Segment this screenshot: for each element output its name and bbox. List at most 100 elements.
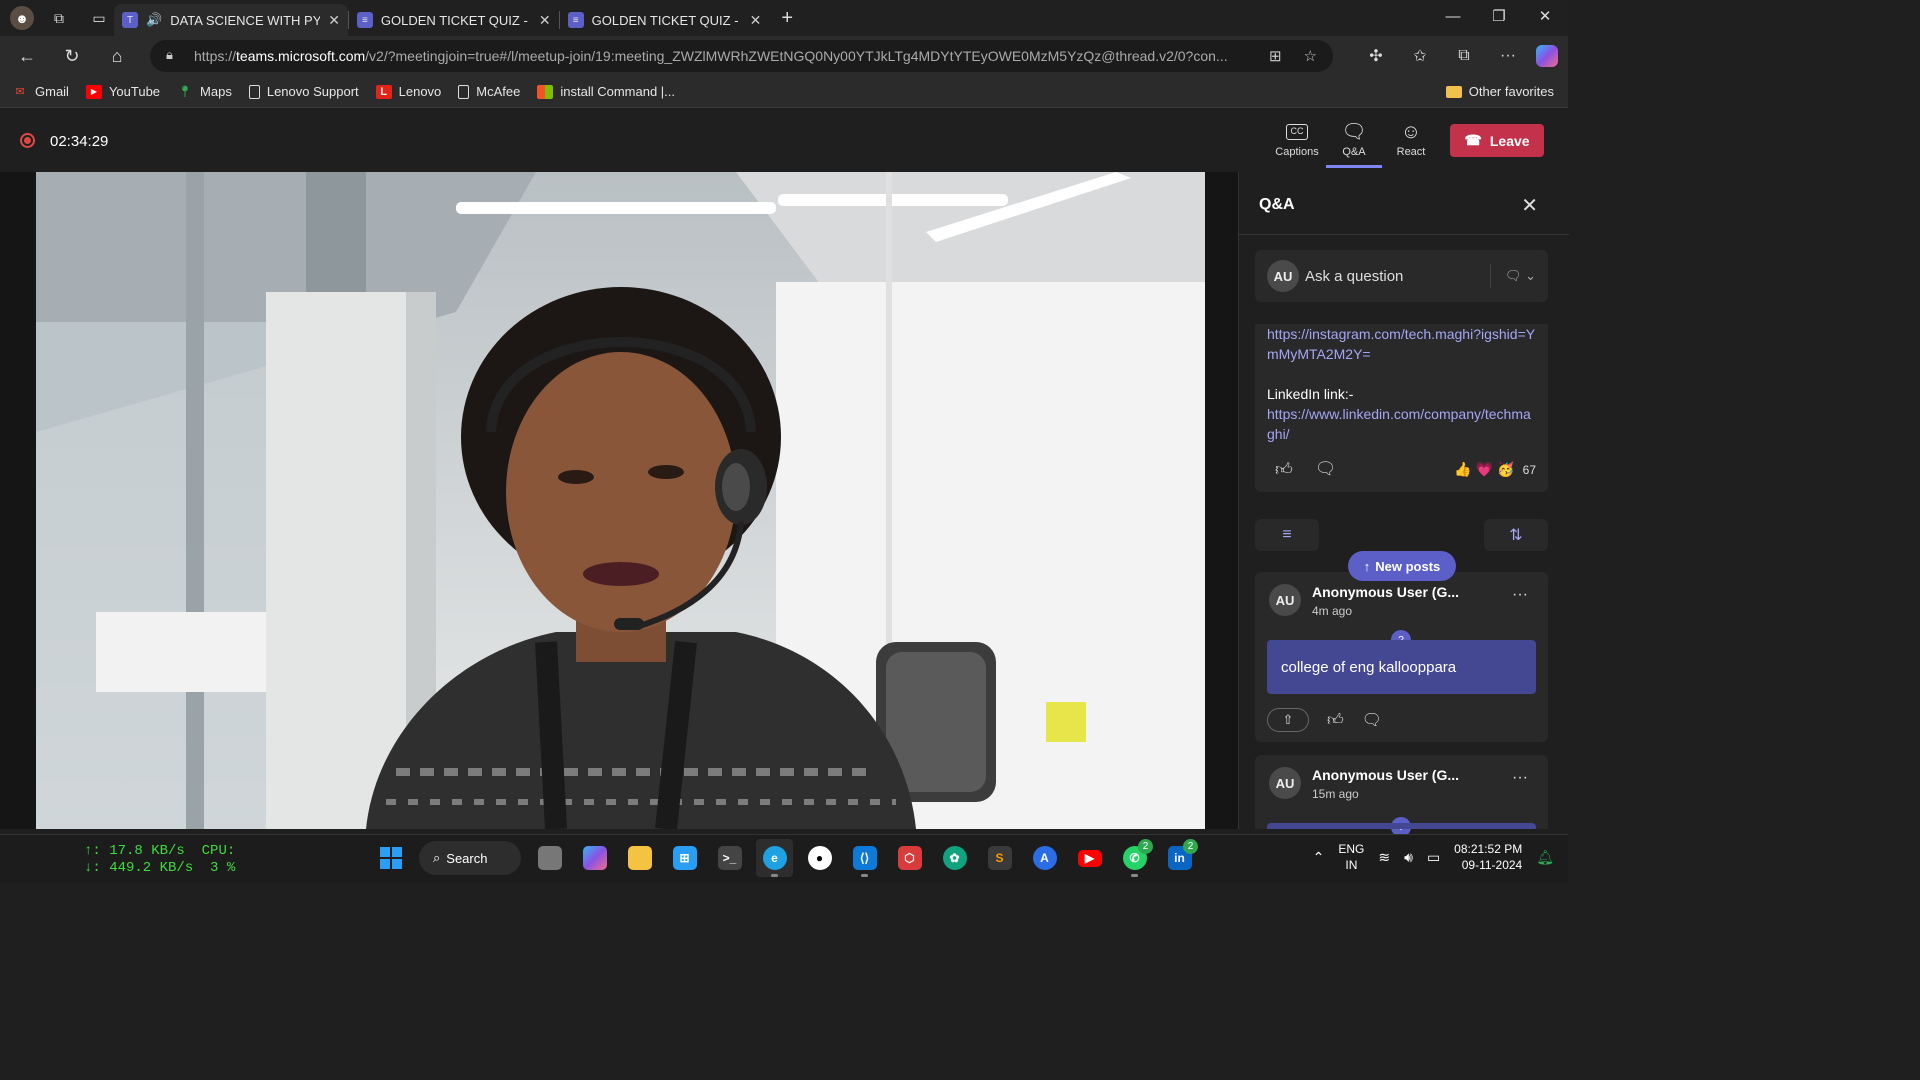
close-tab-icon[interactable]: ✕ — [750, 12, 762, 29]
volume-icon[interactable]: 🔊︎ — [1404, 849, 1413, 866]
post-type-dropdown[interactable]: 🗨︎ ⌄ — [1489, 264, 1536, 288]
more-options-icon[interactable]: ··· — [1512, 586, 1528, 604]
red-app[interactable]: ⬡ — [891, 839, 928, 877]
captions-label: Captions — [1275, 146, 1319, 158]
chatgpt-app[interactable]: ✿ — [936, 839, 973, 877]
linkedin-link[interactable]: https://www.linkedin.com/company/techmag… — [1267, 404, 1537, 444]
react-button[interactable]: ☺ React — [1383, 120, 1439, 168]
vscode-app[interactable]: ⟨⟩ — [846, 839, 883, 877]
question-text — [1267, 823, 1536, 829]
copilot-icon[interactable] — [1536, 45, 1558, 67]
close-window-icon[interactable]: ✕ — [1522, 0, 1568, 36]
bookmark-gmail[interactable]: ✉ Gmail — [12, 84, 69, 99]
bookmark-mcafee[interactable]: McAfee — [458, 84, 520, 99]
taskbar-search[interactable]: ⌕ Search — [419, 841, 521, 875]
back-icon[interactable]: ← — [9, 40, 45, 72]
start-button[interactable] — [372, 839, 409, 877]
tab-golden-ticket-2[interactable]: ≡ GOLDEN TICKET QUIZ - DATA SCIENCE ✕ — [560, 4, 770, 36]
github-app[interactable]: ● — [801, 839, 838, 877]
store-app[interactable]: ⊞ — [666, 839, 703, 877]
bookmark-install-command[interactable]: install Command |... — [537, 84, 675, 99]
page-icon — [458, 84, 470, 99]
windows-logo-icon — [537, 84, 554, 99]
wifi-icon[interactable]: ≋ — [1378, 849, 1390, 866]
app-store-app[interactable]: A — [1026, 839, 1063, 877]
file-explorer-app[interactable] — [621, 839, 658, 877]
profile-avatar[interactable]: ☻ — [10, 6, 34, 30]
like-icon[interactable]: 👍︎ — [1327, 711, 1344, 730]
filter-button[interactable]: ≡ — [1255, 519, 1319, 551]
bookmark-maps[interactable]: 📍︎ Maps — [177, 84, 232, 99]
url-host: teams.microsoft.com — [236, 48, 366, 64]
app-available-icon[interactable]: ⊞ — [1269, 47, 1282, 65]
captions-button[interactable]: CC Captions — [1269, 120, 1325, 168]
bookmark-label: YouTube — [108, 84, 161, 99]
more-options-icon[interactable]: ··· — [1512, 769, 1528, 787]
reply-icon[interactable]: 🗨︎ — [1315, 459, 1337, 480]
hang-up-icon: ☎︎ — [1464, 132, 1482, 148]
office-scene-image — [36, 172, 1205, 829]
battery-icon[interactable]: ▭ — [1427, 849, 1440, 866]
home-icon[interactable]: ⌂ — [99, 40, 135, 72]
address-bar[interactable]: 🔒︎ https://teams.microsoft.com/v2/?meeti… — [150, 40, 1333, 72]
sort-button[interactable]: ⇅ — [1484, 519, 1548, 551]
like-icon[interactable]: 👍︎ — [1275, 459, 1293, 480]
panel-divider — [1239, 234, 1569, 235]
chatgpt-icon: ✿ — [942, 846, 967, 870]
video-stage — [0, 172, 1238, 829]
extensions-icon[interactable]: ✣ — [1360, 40, 1392, 72]
bookmarks-bar: ✉ Gmail ▶ YouTube 📍︎ Maps Lenovo Support… — [0, 76, 1568, 108]
reaction-count: 67 — [1522, 462, 1536, 477]
tab-actions-icon[interactable]: ▭ — [84, 3, 114, 33]
edge-icon: e — [762, 846, 787, 870]
avatar: AU — [1267, 260, 1299, 292]
lock-icon[interactable]: 🔒︎ — [166, 47, 173, 63]
youtube-app[interactable]: ▶ — [1071, 839, 1108, 877]
refresh-icon[interactable]: ↻ — [54, 40, 90, 72]
notification-bell-icon[interactable]: 🔔︎ — [1536, 849, 1554, 866]
restore-icon[interactable]: ❐ — [1476, 0, 1522, 36]
favorites-icon[interactable]: ✩ — [1404, 40, 1436, 72]
other-favorites[interactable]: Other favorites — [1445, 84, 1554, 99]
terminal-app[interactable]: >_ — [711, 839, 748, 877]
bookmark-lenovo-support[interactable]: Lenovo Support — [248, 84, 359, 99]
favorite-star-icon[interactable]: ☆ — [1304, 47, 1317, 65]
whatsapp-app[interactable]: ✆ 2 — [1116, 839, 1153, 877]
reply-icon[interactable]: 🗨︎ — [1362, 710, 1382, 730]
new-posts-label: New posts — [1375, 558, 1441, 574]
forms-favicon-icon: ≡ — [356, 12, 373, 28]
instagram-link[interactable]: https://instagram.com/tech.maghi?igshid=… — [1267, 324, 1537, 364]
more-menu-icon[interactable]: ··· — [1492, 40, 1524, 72]
close-tab-icon[interactable]: ✕ — [539, 12, 551, 29]
new-tab-icon[interactable]: + — [781, 7, 793, 30]
close-tab-icon[interactable]: ✕ — [328, 12, 340, 29]
sublime-icon: S — [987, 846, 1012, 870]
clock[interactable]: 08:21:52 PM 09-11-2024 — [1454, 841, 1522, 873]
linkedin-app[interactable]: in 2 — [1161, 839, 1198, 877]
browser-toolbar: ✣ ✩ ⧉ ··· — [1360, 40, 1558, 72]
bookmark-youtube[interactable]: ▶ YouTube — [85, 84, 161, 99]
close-panel-icon[interactable]: ✕ — [1521, 193, 1538, 218]
new-posts-button[interactable]: ↑ New posts — [1348, 551, 1456, 581]
workspaces-icon[interactable]: ⧉ — [44, 3, 74, 33]
taskbar-apps: ⌕ Search ⊞ >_ e ● ⟨⟩ ⬡ ✿ S A ▶ ✆ 2 in 2 — [372, 839, 1198, 877]
bookmark-lenovo[interactable]: L Lenovo — [375, 84, 442, 99]
copilot-app[interactable] — [576, 839, 613, 877]
reactions-summary[interactable]: 👍 💗 🥳 67 — [1454, 461, 1536, 478]
leave-button[interactable]: ☎︎ Leave — [1450, 124, 1544, 157]
minimize-icon[interactable]: — — [1430, 0, 1476, 36]
language-indicator[interactable]: ENG IN — [1338, 841, 1364, 873]
bookmark-label: Lenovo — [398, 84, 442, 99]
upvote-button[interactable]: ⇧ — [1267, 708, 1309, 732]
edge-app[interactable]: e — [756, 839, 793, 877]
other-favorites-label: Other favorites — [1468, 84, 1554, 99]
speaker-icon[interactable]: 🔊 — [146, 12, 162, 28]
tab-golden-ticket-1[interactable]: ≡ GOLDEN TICKET QUIZ - DATA SCIENCE ✕ — [349, 4, 559, 36]
collections-icon[interactable]: ⧉ — [1448, 40, 1480, 72]
task-view-button[interactable] — [531, 839, 568, 877]
ask-question-input[interactable]: AU Ask a question 🗨︎ ⌄ — [1255, 250, 1548, 302]
tab-data-science[interactable]: T 🔊 DATA SCIENCE WITH PYTHON ✕ — [114, 4, 348, 36]
sublime-app[interactable]: S — [981, 839, 1018, 877]
chevron-up-icon[interactable]: ⌃ — [1313, 849, 1325, 866]
qa-button[interactable]: 🗨︎ Q&A — [1326, 120, 1382, 168]
